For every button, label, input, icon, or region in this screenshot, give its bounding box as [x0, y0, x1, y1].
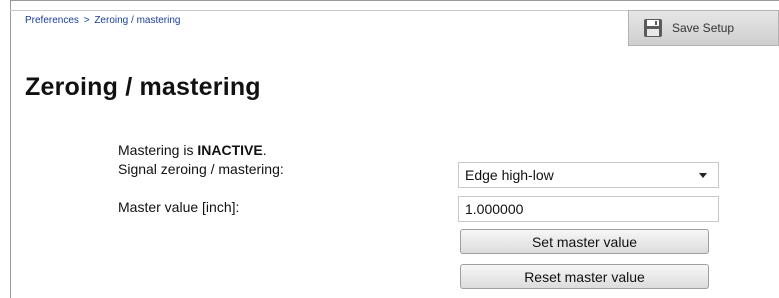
signal-zeroing-select[interactable]: Edge high-low: [458, 162, 719, 188]
status-prefix: Mastering is: [118, 142, 198, 158]
breadcrumb-preferences-link[interactable]: Preferences: [25, 15, 79, 26]
save-setup-label: Save Setup: [672, 21, 735, 35]
floppy-disk-icon: [643, 18, 663, 38]
signal-zeroing-label: Signal zeroing / mastering:: [118, 161, 284, 177]
master-value-label: Master value [inch]:: [118, 199, 240, 215]
mastering-status: Mastering is INACTIVE.: [118, 142, 267, 158]
breadcrumb: Preferences > Zeroing / mastering: [25, 15, 180, 26]
save-setup-button[interactable]: Save Setup: [628, 10, 779, 46]
status-suffix: .: [262, 142, 267, 158]
chevron-down-icon: [699, 172, 707, 178]
set-master-value-button[interactable]: Set master value: [460, 229, 709, 254]
master-value-input[interactable]: [458, 196, 719, 222]
status-state: INACTIVE: [197, 142, 263, 158]
breadcrumb-current: Zeroing / mastering: [94, 15, 181, 26]
signal-zeroing-value: Edge high-low: [465, 167, 554, 183]
breadcrumb-separator: >: [83, 15, 90, 26]
reset-master-value-button[interactable]: Reset master value: [460, 264, 709, 289]
header-divider: [10, 10, 628, 11]
page-title: Zeroing / mastering: [25, 73, 261, 101]
